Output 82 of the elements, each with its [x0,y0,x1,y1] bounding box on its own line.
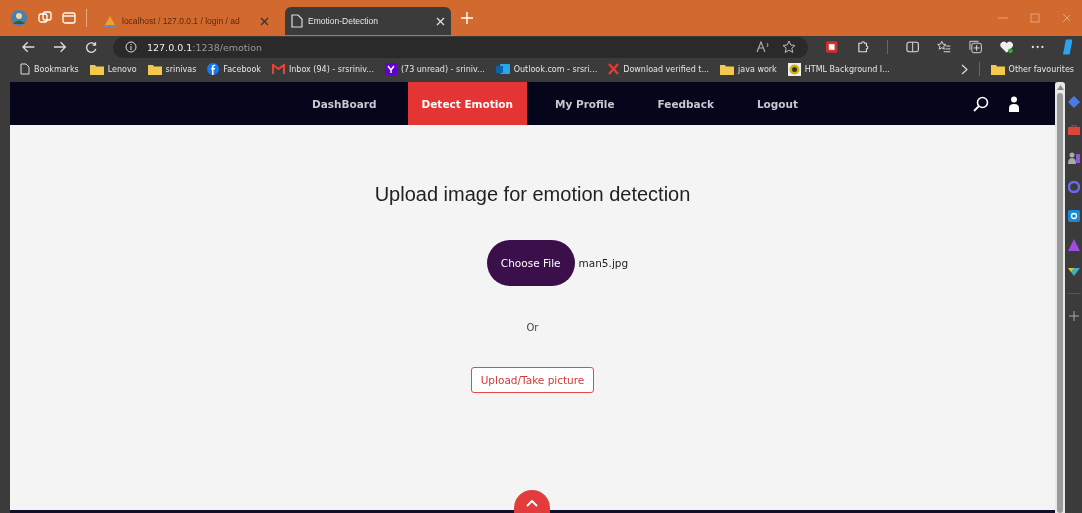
bookmark-label: srinivas [165,64,197,74]
chevron-right-icon[interactable] [960,63,968,75]
sailboat-icon [103,14,117,28]
scroll-top-button[interactable] [514,490,550,513]
bookmark-item[interactable]: Lenovo [89,63,137,75]
folder-icon [990,63,1005,75]
bookmark-label: HTML Background I... [804,64,890,74]
forward-arrow-icon[interactable] [53,41,67,53]
file-name: man5.jpg [578,257,629,269]
page-heading: Upload image for emotion detection [374,183,691,206]
tab-title: localhost / 127.0.0.1 / login / ad [122,16,241,26]
triangle-icon[interactable] [1067,239,1080,251]
bookmark-item[interactable]: Other favourites [990,63,1074,75]
f-logo-icon [207,63,220,75]
scroll-up-arrow-icon[interactable] [1056,85,1064,90]
scrollbar[interactable] [1055,82,1065,513]
outlook-icon[interactable] [1067,210,1080,222]
page-icon [20,63,30,75]
browser-tab[interactable]: Emotion-Detection [285,7,451,35]
nav-link[interactable]: Logout [736,82,819,125]
bookmark-item[interactable]: Download verified t... [608,63,710,75]
tab-title: Emotion-Detection [308,16,379,26]
star-icon[interactable] [782,40,797,54]
back-arrow-icon[interactable] [22,41,36,53]
bookmark-item[interactable]: Outlook.com - srsri... [495,63,598,75]
bookmark-label: Inbox (94) - srsriniv... [288,64,374,74]
folder-icon [89,63,104,75]
more-icon[interactable] [1031,45,1045,49]
choose-file-button[interactable]: Choose File [486,240,575,286]
bookmark-item[interactable]: srinivas [147,63,197,75]
tab-actions-icon[interactable] [62,11,76,25]
cross-icon [608,63,620,75]
bookmark-label: java work [738,64,777,74]
favourites-icon[interactable] [937,40,951,54]
outlook-icon [495,63,510,75]
briefcase-icon[interactable] [1067,125,1080,135]
people-icon[interactable] [1067,152,1080,164]
y-logo-icon [384,63,397,75]
record-extension-icon[interactable] [826,41,838,53]
bookmark-label: Other favourites [1008,64,1074,74]
bookmark-item[interactable]: (73 unread) - sriniv... [384,63,485,75]
diamond-icon[interactable] [1067,96,1080,108]
new-tab-icon[interactable] [461,12,473,24]
bookmark-label: Download verified t... [623,64,710,74]
close-icon[interactable] [260,16,269,26]
plus-icon[interactable] [1068,311,1079,321]
bookmark-item[interactable]: HTML Background I... [787,62,890,76]
envelope-icon [271,64,285,74]
nav-link[interactable]: DashBoard [292,82,397,125]
page-icon [291,14,303,28]
bookmark-label: (73 unread) - sriniv... [400,64,485,74]
bookmark-label: Lenovo [107,64,137,74]
folder-icon [720,63,735,75]
or-text: Or [526,322,539,333]
address-bar[interactable]: 127.0.0.1:1238/emotion [113,36,809,58]
search-icon[interactable] [973,95,990,112]
bookmark-label: Outlook.com - srsri... [513,64,598,74]
collections-icon[interactable] [968,40,982,54]
refresh-icon[interactable] [84,40,97,54]
nav-link[interactable]: Feedback [637,82,734,125]
workspaces-icon[interactable] [38,11,52,25]
folder-icon [147,63,162,75]
bookmark-item[interactable]: java work [720,63,777,75]
info-icon [125,41,137,53]
bookmark-item[interactable]: Bookmarks [20,63,79,75]
bookmark-label: Facebook [223,64,261,74]
bookmark-label: Bookmarks [34,64,79,74]
split-screen-icon[interactable] [905,41,920,53]
copilot-icon[interactable] [1062,39,1072,55]
extension-icon[interactable] [855,40,869,54]
url-text: 127.0.0.1:1238/emotion [147,41,262,53]
caret-up-icon [526,500,538,507]
upload-button[interactable]: Upload/Take picture [470,367,595,393]
bookmark-item[interactable]: Facebook [207,63,261,75]
heart-icon[interactable] [999,40,1014,54]
target-icon [787,62,801,76]
user-icon[interactable] [1009,95,1020,112]
profile-avatar-icon[interactable] [10,9,28,27]
scroll-thumb[interactable] [1057,93,1063,513]
nav-link[interactable]: Detect Emotion [407,82,528,125]
bookmark-item[interactable]: Inbox (94) - srsriniv... [271,64,374,74]
nav-link[interactable]: My Profile [535,82,635,125]
